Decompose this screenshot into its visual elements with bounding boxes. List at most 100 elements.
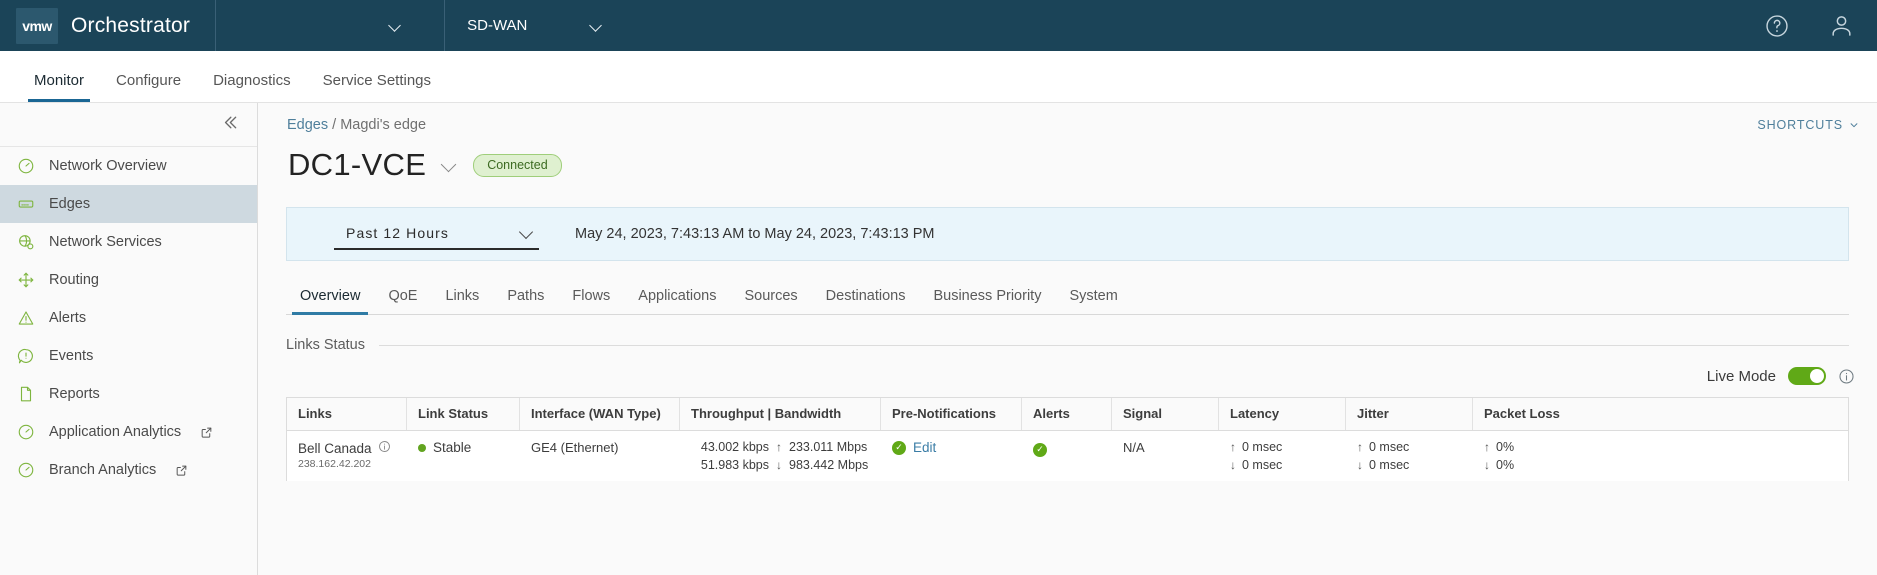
- nav-tab-diagnostics[interactable]: Diagnostics: [197, 72, 307, 102]
- status-badge: Connected: [473, 153, 562, 177]
- cell-throughput-bandwidth: 43.002 kbps ↑ 233.011 Mbps 51.983 kbps ↓…: [680, 431, 881, 481]
- tab-business-priority[interactable]: Business Priority: [919, 288, 1055, 314]
- column-header-link-status[interactable]: Link Status: [407, 398, 520, 430]
- column-header-pre-notifications[interactable]: Pre-Notifications: [881, 398, 1022, 430]
- sidebar-item-branch-analytics[interactable]: Branch Analytics: [0, 451, 257, 489]
- tab-flows[interactable]: Flows: [558, 288, 624, 314]
- column-header-packet-loss[interactable]: Packet Loss: [1473, 398, 1600, 430]
- sidebar-item-network-overview[interactable]: Network Overview: [0, 147, 257, 185]
- shortcuts-label: SHORTCUTS: [1757, 118, 1843, 132]
- packet-loss-down-metric: ↓ 0%: [1484, 458, 1589, 472]
- sidebar-item-reports[interactable]: Reports: [0, 375, 257, 413]
- cell-link-status: Stable: [407, 431, 520, 464]
- sidebar-item-network-services[interactable]: Network Services: [0, 223, 257, 261]
- warning-triangle-icon: [16, 309, 35, 328]
- link-ip-address: 238.162.42.202: [298, 458, 371, 470]
- table-row[interactable]: Bell Canada 238.162.42.202 Stable GE4 (E…: [287, 431, 1848, 481]
- throughput-upstream-line: 43.002 kbps ↑ 233.011 Mbps: [691, 440, 870, 454]
- info-circle-icon: [378, 441, 390, 452]
- chevron-down-icon: [591, 20, 602, 31]
- bandwidth-up: 233.011 Mbps: [789, 440, 868, 454]
- column-header-jitter[interactable]: Jitter: [1346, 398, 1473, 430]
- nav-tab-configure[interactable]: Configure: [100, 72, 197, 102]
- table-header-row: Links Link Status Interface (WAN Type) T…: [287, 398, 1848, 431]
- edge-device-icon: [16, 195, 35, 214]
- exclamation-bubble-icon: [16, 347, 35, 366]
- pre-notifications-edit-button[interactable]: ✓ Edit: [892, 440, 1011, 455]
- sidebar-item-edges[interactable]: Edges: [0, 185, 257, 223]
- link-name[interactable]: Bell Canada: [298, 441, 372, 456]
- sidebar-item-routing[interactable]: Routing: [0, 261, 257, 299]
- chevron-down-icon[interactable]: [443, 159, 456, 172]
- live-mode-toggle[interactable]: [1788, 367, 1826, 385]
- time-range-select[interactable]: Past 12 Hours: [334, 218, 539, 250]
- links-status-section-header: Links Status: [286, 337, 1849, 353]
- vmware-logo: vmw: [16, 7, 58, 44]
- sidebar-item-label: Network Overview: [49, 158, 167, 174]
- breadcrumb-separator: /: [328, 117, 341, 133]
- chevron-down-icon: [1850, 123, 1858, 128]
- tab-paths[interactable]: Paths: [493, 288, 558, 314]
- chevron-down-icon: [521, 227, 533, 239]
- link-name-wrap: Bell Canada: [298, 440, 396, 456]
- latency-up-metric: ↑ 0 msec: [1230, 440, 1335, 454]
- check-circle-icon: ✓: [1033, 442, 1047, 457]
- shortcuts-menu[interactable]: SHORTCUTS: [1757, 118, 1859, 132]
- live-mode-info-button[interactable]: [1838, 368, 1855, 385]
- column-header-interface[interactable]: Interface (WAN Type): [520, 398, 680, 430]
- main-nav-tabs: Monitor Configure Diagnostics Service Se…: [0, 51, 1877, 103]
- sidebar-collapse-row: [0, 103, 257, 147]
- breadcrumb-current: Magdi's edge: [340, 117, 427, 133]
- main-content: Edges / Magdi's edge SHORTCUTS DC1-VCE C…: [258, 103, 1877, 575]
- product-select[interactable]: SD-WAN: [445, 0, 620, 51]
- nav-tab-service-settings[interactable]: Service Settings: [307, 72, 447, 102]
- link-info-button[interactable]: [378, 440, 391, 456]
- column-header-throughput[interactable]: Throughput | Bandwidth: [680, 398, 881, 430]
- column-header-links[interactable]: Links: [287, 398, 407, 430]
- column-header-signal[interactable]: Signal: [1112, 398, 1219, 430]
- arrow-down-icon: ↓: [1484, 458, 1490, 472]
- column-header-alerts[interactable]: Alerts: [1022, 398, 1112, 430]
- document-icon: [16, 385, 35, 404]
- section-title: Links Status: [286, 337, 365, 353]
- user-menu-button[interactable]: [1828, 12, 1855, 39]
- cell-interface: GE4 (Ethernet): [531, 440, 619, 455]
- routing-icon: [16, 271, 35, 290]
- tab-links[interactable]: Links: [431, 288, 493, 314]
- column-header-latency[interactable]: Latency: [1219, 398, 1346, 430]
- tab-applications[interactable]: Applications: [624, 288, 730, 314]
- sub-tabs: Overview QoE Links Paths Flows Applicati…: [286, 280, 1849, 315]
- throughput-up: 43.002 kbps: [700, 440, 769, 454]
- tab-sources[interactable]: Sources: [730, 288, 811, 314]
- customer-select[interactable]: [216, 0, 419, 51]
- live-mode-row: Live Mode: [286, 367, 1855, 385]
- arrow-down-icon: ↓: [1230, 458, 1236, 472]
- jitter-down-metric: ↓ 0 msec: [1357, 458, 1462, 472]
- nav-tab-monitor[interactable]: Monitor: [18, 72, 100, 102]
- double-chevron-left-icon: [224, 116, 237, 129]
- sidebar-item-events[interactable]: Events: [0, 337, 257, 375]
- cell-link: Bell Canada 238.162.42.202: [287, 431, 407, 479]
- tab-overview[interactable]: Overview: [286, 288, 374, 315]
- cell-signal: N/A: [1123, 440, 1145, 455]
- tab-system[interactable]: System: [1055, 288, 1131, 314]
- tab-qoe[interactable]: QoE: [374, 288, 431, 314]
- sidebar-item-application-analytics[interactable]: Application Analytics: [0, 413, 257, 451]
- packet-loss-up-metric: ↑ 0%: [1484, 440, 1589, 454]
- sidebar-item-label: Branch Analytics: [49, 462, 157, 478]
- sidebar-item-label: Edges: [49, 196, 91, 212]
- tab-destinations[interactable]: Destinations: [812, 288, 920, 314]
- help-circle-icon: [1766, 14, 1788, 37]
- sidebar-item-label: Routing: [49, 272, 99, 288]
- sidebar-item-alerts[interactable]: Alerts: [0, 299, 257, 337]
- gauge-icon: [16, 157, 35, 176]
- gauge-icon: [16, 423, 35, 442]
- sidebar-collapse-button[interactable]: [219, 112, 240, 137]
- cell-pre-notifications: ✓ Edit: [881, 431, 1022, 464]
- time-range-bar: Past 12 Hours May 24, 2023, 7:43:13 AM t…: [286, 207, 1849, 261]
- breadcrumb-link-edges[interactable]: Edges: [287, 117, 328, 133]
- page-body: Network Overview Edges Network Services: [0, 103, 1877, 575]
- jitter-down-value: 0 msec: [1369, 458, 1410, 472]
- help-button[interactable]: [1764, 13, 1790, 39]
- time-range-value: Past 12 Hours: [346, 225, 450, 241]
